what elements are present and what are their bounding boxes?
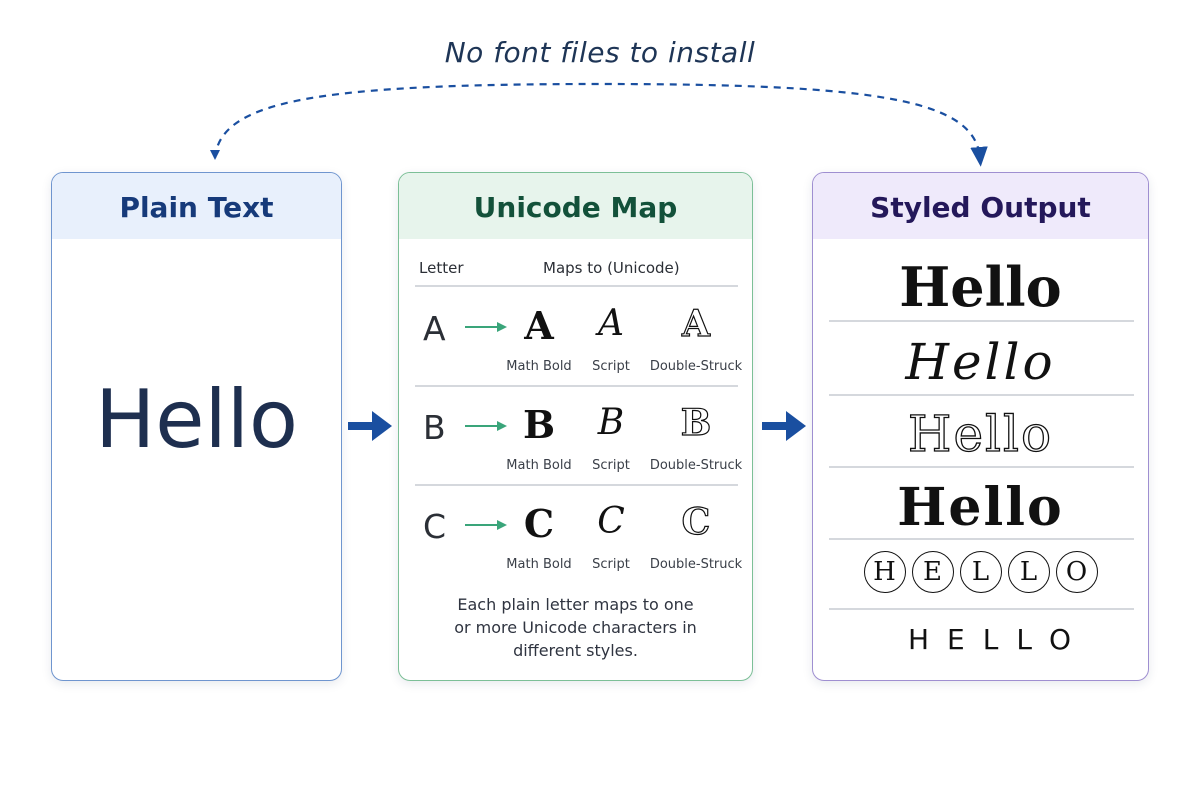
map-row-a: A A A A Math Bold Script Double-Struck	[399, 289, 752, 387]
output-bold-hello: Hello	[899, 255, 1062, 319]
label-double-struck: Double-Struck	[649, 359, 743, 374]
output-divider	[829, 608, 1134, 610]
styled-output-title: Styled Output	[813, 173, 1148, 239]
glyph-double-struck: A	[681, 302, 710, 345]
plain-hello-text: Hello	[95, 373, 298, 466]
source-letter: C	[423, 507, 447, 546]
output-script-hello: Hello	[905, 333, 1056, 391]
column-header-letter: Letter	[419, 259, 464, 277]
note-line: different styles.	[513, 641, 638, 660]
styled-output-panel: Styled Output Hello Hello Hello Hello HE…	[812, 172, 1149, 681]
column-header-maps-to: Maps to (Unicode)	[543, 259, 680, 277]
map-row-c: C C C C Math Bold Script Double-Struck	[399, 487, 752, 585]
output-spaced-hello: HELLO	[908, 623, 1089, 656]
unicode-map-title: Unicode Map	[399, 173, 752, 239]
row-divider	[415, 484, 738, 486]
dashed-curve-arrow-left-head	[210, 150, 220, 160]
output-divider	[829, 320, 1134, 322]
map-row-b: B B B B Math Bold Script Double-Struck	[399, 388, 752, 486]
dashed-curve-arrow	[213, 82, 988, 167]
label-double-struck: Double-Struck	[649, 458, 743, 473]
plain-text-panel: Plain Text Hello	[51, 172, 342, 681]
circled-letter: L	[1007, 551, 1050, 593]
note-line: Each plain letter maps to one	[457, 595, 694, 614]
note-line: or more Unicode characters in	[454, 618, 697, 637]
map-explanation-note: Each plain letter maps to one or more Un…	[399, 593, 752, 662]
circled-letter: L	[959, 551, 1002, 593]
output-divider	[829, 394, 1134, 396]
row-divider	[415, 385, 738, 387]
arrow-plain-to-map	[348, 411, 392, 441]
output-circled-hello: HELLO	[813, 551, 1148, 593]
header-divider	[415, 285, 738, 287]
glyph-double-struck: C	[681, 500, 711, 543]
arrow-map-to-output	[762, 411, 806, 441]
circled-letter: O	[1055, 551, 1098, 593]
output-fraktur-hello: Hello	[897, 477, 1064, 538]
source-letter: A	[423, 309, 446, 348]
output-double-struck-hello: Hello	[907, 404, 1054, 463]
unicode-map-panel: Unicode Map Letter Maps to (Unicode) A A…	[398, 172, 753, 681]
plain-text-title: Plain Text	[52, 173, 341, 239]
source-letter: B	[423, 408, 446, 447]
output-divider	[829, 538, 1134, 540]
circled-letter: H	[863, 551, 906, 593]
glyph-double-struck: B	[680, 401, 712, 444]
label-double-struck: Double-Struck	[649, 557, 743, 572]
circled-letter: E	[911, 551, 954, 593]
output-divider	[829, 466, 1134, 468]
